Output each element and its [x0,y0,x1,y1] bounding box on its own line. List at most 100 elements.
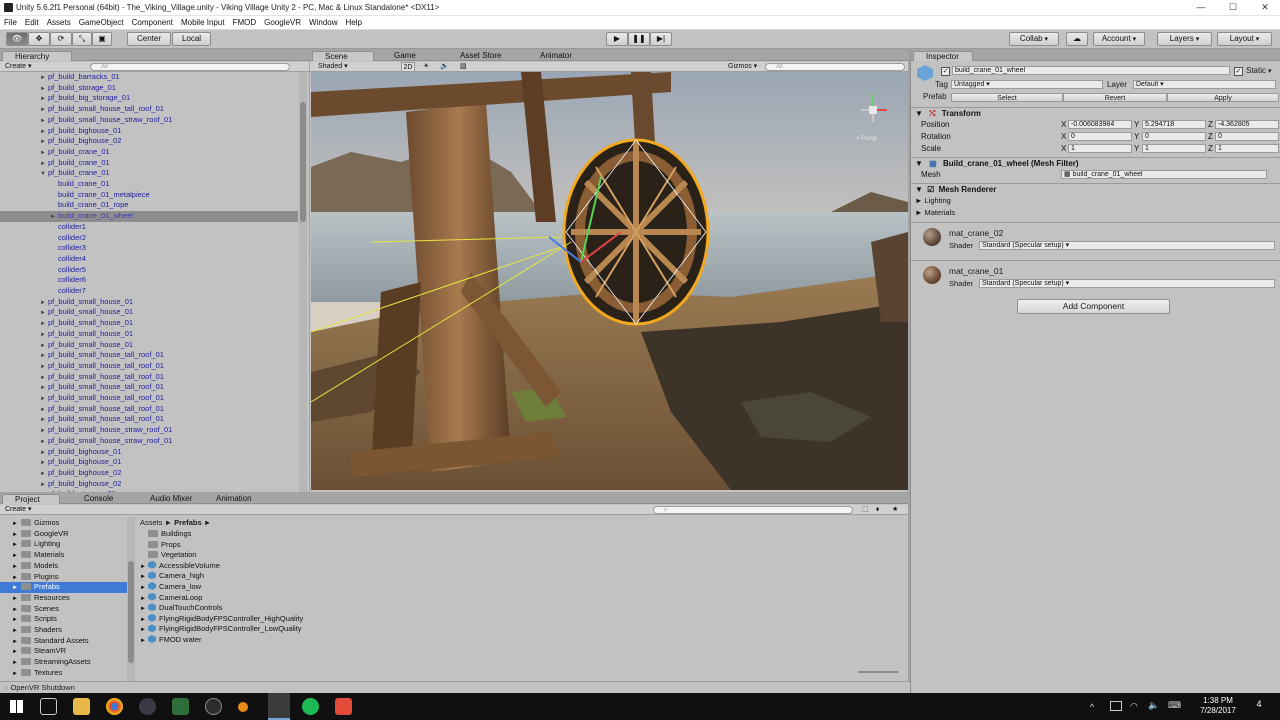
chevron-right-icon[interactable]: ► [12,564,18,570]
chevron-right-icon[interactable]: ► [12,607,18,613]
hierarchy-item[interactable]: ► pf_build_small_house_01 [0,329,298,340]
hierarchy-item[interactable]: ► pf_build_crane_01 [0,147,298,158]
hierarchy-item[interactable]: collider5 [0,265,298,276]
hierarchy-item[interactable]: ► pf_build_big_storage_01 [0,93,298,104]
tab-inspector[interactable]: Inspector [913,51,973,61]
menu-edit[interactable]: Edit [25,18,39,27]
pause-button[interactable]: ❚❚ [628,32,650,46]
menu-help[interactable]: Help [346,18,362,27]
menu-gameobject[interactable]: GameObject [79,18,124,27]
asset-prefab[interactable]: ► CameraLoop [140,592,202,604]
tab-animation[interactable]: Animation [204,494,258,504]
hierarchy-item[interactable]: ► pf_build_small_house_tall_roof_01 [0,393,298,404]
folder-tree-item[interactable]: ► Models [0,561,127,572]
asset-prefab[interactable]: ► FlyingRigidBodyFPSController_LowQuality [140,624,302,635]
hierarchy-item[interactable]: ► pf_build_small_house_01 [0,340,298,351]
tab-asset-store[interactable]: Asset Store [448,51,507,61]
hierarchy-item[interactable]: collider3 [0,243,298,254]
app-icon-1[interactable] [139,698,156,715]
hierarchy-item[interactable]: ► pf_build_small_house_tall_roof_01 [0,404,298,415]
folder-tree-item[interactable]: ► Plugins [0,572,127,583]
hierarchy-item[interactable]: ► pf_build_crane_01 [0,158,298,169]
scene-viewport[interactable]: < Persp [311,72,908,490]
hierarchy-item[interactable]: ►pf_build_storage_01 [0,83,298,94]
pivot-center-button[interactable]: Center [127,32,171,46]
folder-tree-item[interactable]: ► Scenes [0,604,127,615]
hierarchy-item[interactable]: ► pf_build_small_house_01 [0,297,298,308]
asset-prefab[interactable]: ► DualTouchControls [140,603,222,614]
tab-console[interactable]: Console [72,494,119,504]
static-checkbox[interactable]: ✓ [1234,67,1243,76]
layout-dropdown[interactable]: Layout [1217,32,1272,46]
keyboard-icon[interactable]: ⌨ [1168,700,1181,711]
hierarchy-item[interactable]: ► pf_build_small_house_straw_roof_01 [0,425,298,436]
menu-assets[interactable]: Assets [47,18,71,27]
scale-z-field[interactable]: 1 [1215,144,1279,153]
folder-tree-item[interactable]: ► Textures [0,668,127,679]
asset-prefab[interactable]: ► Camera_low [140,582,201,593]
mesh-renderer-header[interactable]: ▼ ☑ Mesh Renderer [911,183,1280,195]
collab-dropdown[interactable]: Collab [1009,32,1059,46]
maximize-button[interactable]: ☐ [1217,0,1249,16]
minimize-button[interactable]: — [1185,0,1217,16]
hierarchy-item[interactable]: ► pf_build_bighouse_01 [0,447,298,458]
asset-prefab[interactable]: ► FlyingRigidBodyFPSController_HighQualit… [140,613,303,625]
mesh-filter-header[interactable]: ▼ ▦ Build_crane_01_wheel (Mesh Filter) [911,157,1280,169]
persp-label[interactable]: < Persp [856,136,877,142]
rect-tool-button[interactable]: ▣ [92,32,112,46]
active-checkbox[interactable]: ✓ [941,67,950,76]
vlc-icon[interactable] [238,702,248,712]
chevron-right-icon[interactable]: ► [12,596,18,602]
account-dropdown[interactable]: Account [1093,32,1145,46]
folder-tree-item[interactable]: ► Resources [0,593,127,604]
folder-tree-item[interactable]: ► Scripts [0,614,127,625]
file-explorer-icon[interactable] [73,698,90,715]
move-tool-button[interactable]: ✥ [28,32,50,46]
hierarchy-item[interactable]: ► pf_build_small_house_straw_roof_01 [0,115,298,126]
scrollbar-thumb[interactable] [300,102,306,222]
unity-taskbar-icon[interactable] [268,693,290,720]
gizmos-dropdown[interactable]: Gizmos [728,62,757,72]
scrollbar-thumb[interactable] [128,561,134,663]
hierarchy-item[interactable]: collider4 [0,254,298,265]
monitor-icon[interactable] [1110,701,1122,711]
breadcrumb-assets[interactable]: Assets [140,518,163,527]
static-dropdown[interactable]: Static [1246,66,1271,75]
chevron-right-icon[interactable]: ► [140,636,148,647]
pivot-local-button[interactable]: Local [172,32,211,46]
shader-dropdown[interactable]: Standard (Specular setup) [979,241,1275,250]
position-z-field[interactable]: -4.362805 [1215,120,1279,129]
favorite-icon[interactable]: ★ [892,505,898,515]
chevron-right-icon[interactable]: ► [12,575,18,581]
hierarchy-item[interactable]: collider1 [0,222,298,233]
tab-animator[interactable]: Animator [528,51,578,61]
hierarchy-item[interactable]: ► pf_build_small_house_tall_roof_01 [0,382,298,393]
notification-icon[interactable]: 4 [1252,699,1266,713]
asset-prefab[interactable]: ► Camera_high [140,571,204,582]
menu-window[interactable]: Window [309,18,337,27]
scale-x-field[interactable]: 1 [1068,144,1132,153]
hierarchy-item[interactable]: ► pf_build_bighouse_02 [0,468,298,479]
rotation-x-field[interactable]: 0 [1068,132,1132,141]
position-x-field[interactable]: -0.006083984 [1068,120,1132,129]
prefab-revert-button[interactable]: Revert [1063,93,1167,102]
mesh-renderer-checkbox[interactable]: ☑ [927,185,934,194]
mesh-field[interactable]: ▦ build_crane_01_wheel [1061,170,1267,179]
scale-tool-button[interactable]: ⤡ [72,32,92,46]
menu-googlevr[interactable]: GoogleVR [264,18,301,27]
sync-icon[interactable] [205,698,222,715]
hierarchy-item[interactable]: ► pf_build_small_house_tall_roof_01 [0,350,298,361]
volume-icon[interactable]: 🔈 [1148,700,1159,711]
hierarchy-item[interactable]: ► pf_build_barracks_01 [0,72,298,83]
scene-search-input[interactable]: All [765,63,905,71]
tag-dropdown[interactable]: Untagged [951,80,1103,89]
folder-tree-item[interactable]: ► Prefabs [0,582,127,593]
clock[interactable]: 1:38 PM 7/28/2017 [1190,696,1246,716]
asset-folder[interactable]: Vegetation [140,550,196,561]
asset-folder[interactable]: Buildings [140,529,191,540]
chevron-right-icon[interactable]: ► [12,532,18,538]
hierarchy-item[interactable]: build_crane_01_metalpiece [0,190,298,201]
menu-component[interactable]: Component [132,18,173,27]
tab-game[interactable]: Game [382,51,422,61]
hierarchy-item[interactable]: ► pf_build_bighouse_02 [0,136,298,147]
